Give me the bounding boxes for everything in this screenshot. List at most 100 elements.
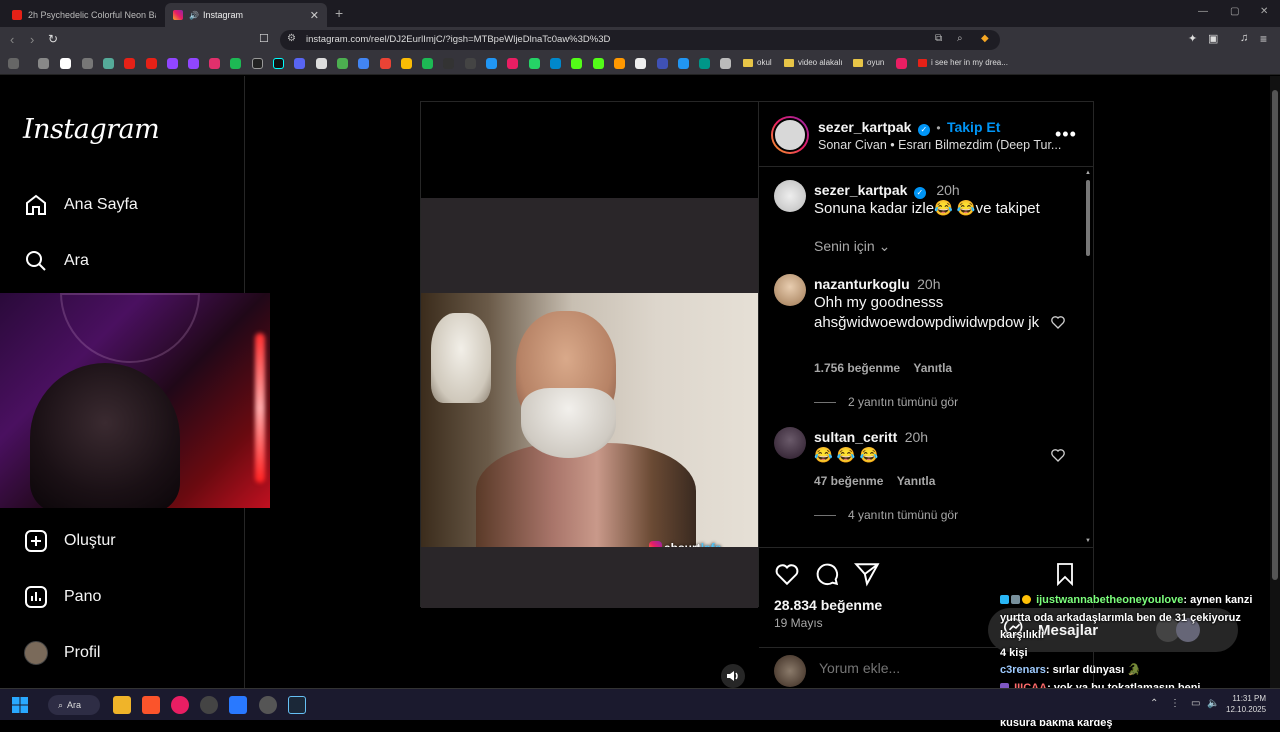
caption-username[interactable]: sezer_kartpak (814, 182, 907, 198)
video-content[interactable]: absurtlafe (421, 293, 758, 547)
tray-expand-icon[interactable]: ⌃ (1150, 698, 1158, 709)
reload-icon[interactable]: ↻ (48, 32, 58, 46)
like-count[interactable]: 28.834 beğenme (774, 597, 882, 613)
like-icon[interactable] (774, 561, 800, 592)
bookmark-icon[interactable] (699, 58, 710, 69)
x-icon[interactable] (252, 58, 263, 69)
spotify-icon[interactable] (422, 58, 433, 69)
apps-grid-icon[interactable] (8, 58, 19, 69)
for-you-dropdown[interactable]: Senin için ⌄ (814, 238, 890, 255)
bookmark-icon[interactable] (657, 58, 668, 69)
site-info-icon[interactable]: ⚙ (287, 33, 296, 44)
github-icon[interactable] (465, 58, 476, 69)
whatsapp-icon[interactable] (529, 58, 540, 69)
bookmark-icon[interactable] (443, 58, 454, 69)
comment-username[interactable]: sultan_ceritt (814, 429, 897, 445)
youtube-icon[interactable] (146, 58, 157, 69)
google-icon[interactable] (60, 58, 71, 69)
window-close-button[interactable]: ✕ (1260, 6, 1268, 17)
follow-button[interactable]: Takip Et (947, 119, 1000, 135)
commenter-avatar[interactable] (774, 274, 806, 306)
media-player-icon[interactable] (171, 696, 189, 714)
comments-scrollbar[interactable]: ▲ ▼ (1084, 170, 1092, 546)
brave-shield-icon[interactable]: ◆ (981, 33, 989, 44)
taskbar-search[interactable]: ⌕ Ara (48, 695, 100, 715)
tab-instagram[interactable]: 🔊 Instagram ✕ (165, 3, 327, 27)
view-replies-button[interactable]: 2 yanıtın tümünü gör (814, 395, 958, 409)
sidebar-item-create[interactable]: Oluştur (23, 528, 116, 554)
telegram-icon[interactable] (550, 58, 561, 69)
windows-start-icon[interactable] (12, 697, 28, 718)
comment-likes[interactable]: 1.756 beğenme (814, 361, 900, 375)
share-icon[interactable] (853, 561, 880, 592)
comment-like-icon[interactable] (1050, 314, 1066, 335)
taskbar-clock[interactable]: 11:31 PM 12.10.2025 (1226, 693, 1266, 715)
sidebar-item-home[interactable]: Ana Sayfa (23, 192, 138, 218)
sidebar-item-search[interactable]: Ara (23, 248, 89, 274)
kick-icon[interactable] (571, 58, 582, 69)
save-icon[interactable] (1053, 561, 1077, 592)
comment-username[interactable]: nazanturkoglu (814, 276, 910, 292)
kick-icon[interactable] (593, 58, 604, 69)
discord-icon[interactable] (294, 58, 305, 69)
reel-video-player[interactable]: absurtlafe (420, 101, 759, 688)
caption-avatar[interactable] (774, 180, 806, 212)
bookmark-icon[interactable] (507, 58, 518, 69)
back-icon[interactable]: ‹ (10, 32, 14, 47)
new-tab-button[interactable]: + (335, 5, 343, 21)
comment-input[interactable] (819, 660, 1019, 676)
author-username[interactable]: sezer_kartpak (818, 119, 911, 135)
bookmark-icon[interactable] (720, 58, 731, 69)
twitch-icon[interactable] (188, 58, 199, 69)
history-icon[interactable] (38, 58, 49, 69)
sidebar-item-profile[interactable]: Profil (23, 640, 100, 666)
commenter-avatar[interactable] (774, 427, 806, 459)
reply-button[interactable]: Yanıtla (913, 361, 952, 375)
volume-icon[interactable]: 🔈 (1207, 698, 1219, 709)
bookmark-icon[interactable] (103, 58, 114, 69)
photos-icon[interactable] (229, 696, 247, 714)
bookmark-folder-okul[interactable]: okul (743, 58, 772, 67)
obs-icon[interactable] (200, 696, 218, 714)
bookmark-icon[interactable] (486, 58, 497, 69)
bookmark-icon[interactable] (678, 58, 689, 69)
extensions-icon[interactable]: ✦ (1188, 32, 1197, 45)
media-icon[interactable]: ♫ (1240, 32, 1248, 44)
bookmark-icon[interactable] (82, 58, 93, 69)
tab-youtube[interactable]: 2h Psychedelic Colorful Neon Backg... (4, 3, 164, 27)
zoom-icon[interactable]: ⌕ (957, 33, 963, 44)
translate-icon[interactable] (358, 58, 369, 69)
steam-icon[interactable] (288, 696, 306, 714)
more-options-icon[interactable]: ••• (1055, 124, 1077, 145)
file-explorer-icon[interactable] (113, 696, 131, 714)
reply-button[interactable]: Yanıtla (897, 474, 936, 488)
app-icon[interactable] (259, 696, 277, 714)
close-icon[interactable]: ✕ (310, 9, 319, 22)
network-icon[interactable]: ⋮ (1170, 698, 1180, 709)
bookmark-icon[interactable] (635, 58, 646, 69)
tiktok-icon[interactable] (273, 58, 284, 69)
brave-icon[interactable] (142, 696, 160, 714)
maximize-button[interactable]: ▢ (1230, 6, 1239, 17)
minimize-button[interactable]: — (1198, 6, 1208, 17)
instagram-icon[interactable] (209, 58, 220, 69)
instagram-logo[interactable]: Instagram (23, 114, 160, 145)
comment-icon[interactable] (814, 561, 840, 592)
capcut-icon[interactable] (316, 58, 327, 69)
url-bar[interactable]: ⚙ instagram.com/reel/DJ2EurlImjC/?igsh=M… (280, 30, 1000, 50)
sidebar-item-dashboard[interactable]: Pano (23, 584, 101, 610)
comment-like-icon[interactable] (1050, 447, 1066, 468)
comment-likes[interactable]: 47 beğenme (814, 474, 883, 488)
twitch-icon[interactable] (167, 58, 178, 69)
menu-icon[interactable]: ≡ (1260, 32, 1267, 46)
gmail-icon[interactable] (380, 58, 391, 69)
audio-track[interactable]: Sonar Civan • Esrarı Bilmezdim (Deep Tur… (818, 138, 1061, 152)
sidebar-toggle-icon[interactable]: ▣ (1208, 32, 1218, 45)
bookmark-icon[interactable] (230, 58, 241, 69)
bookmark-icon[interactable] (337, 58, 348, 69)
forward-icon[interactable]: › (30, 32, 34, 47)
author-avatar[interactable] (771, 116, 809, 154)
bookmark-icon[interactable] (614, 58, 625, 69)
open-external-icon[interactable]: ⧉ (935, 33, 942, 44)
display-icon[interactable]: ▭ (1191, 698, 1200, 709)
